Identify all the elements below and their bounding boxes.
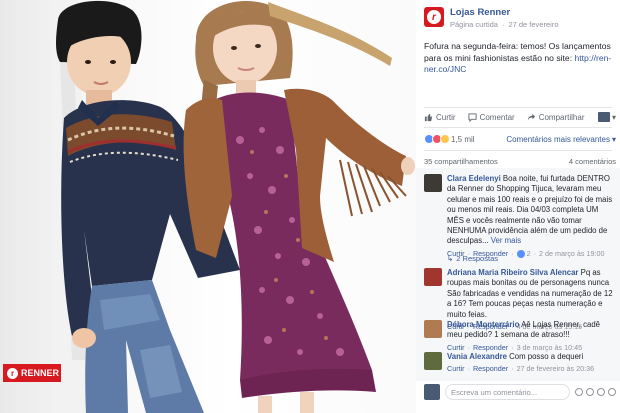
comment-count[interactable]: 4 comentários: [569, 157, 616, 166]
share-button[interactable]: Compartilhar: [527, 112, 585, 122]
renner-logo-icon: r: [427, 10, 441, 24]
page-name-link[interactable]: Lojas Renner: [450, 7, 559, 18]
reaction-count[interactable]: 1,5 mil: [451, 135, 475, 144]
comment-sort-label: Comentários mais relevantes: [506, 134, 610, 144]
page-liked-status: Página curtida: [450, 20, 498, 29]
share-arrow-icon: [527, 113, 535, 120]
commenter-avatar[interactable]: [424, 320, 442, 338]
comment-icon: [468, 112, 477, 122]
comment-sort-dropdown[interactable]: Comentários mais relevantes ▾: [506, 135, 616, 144]
comment-input-placeholder: Escreva um comentário...: [451, 387, 538, 397]
haha-reaction-icon: [440, 134, 450, 144]
comment-input[interactable]: Escreva um comentário...: [445, 384, 570, 400]
comment-reaction-count: 2: [526, 248, 531, 258]
comment-label: Comentar: [479, 112, 515, 122]
camera-icon[interactable]: [586, 388, 594, 396]
comment-reply-link[interactable]: Responder: [473, 364, 508, 374]
share-as-selector[interactable]: ▾: [597, 112, 616, 122]
commenter-avatar[interactable]: [424, 174, 442, 192]
comment-author[interactable]: Clara Edelenyi: [447, 174, 501, 183]
comment-item: Débora Monterrário Aê Lojas Renner, cadê…: [424, 320, 616, 353]
comments-section: Clara Edelenyi Boa noite, fui furtada DE…: [416, 168, 620, 381]
divider: [424, 127, 612, 128]
page-avatar[interactable]: r: [424, 7, 444, 27]
view-replies-link[interactable]: ↳ 2 Respostas: [447, 254, 498, 263]
commenter-avatar[interactable]: [424, 268, 442, 286]
post-actions: Curtir Comentar Compartilhar ▾: [424, 112, 616, 122]
chevron-down-icon: ▾: [611, 134, 616, 144]
replies-count: 2 Respostas: [456, 254, 498, 263]
comment-reactions[interactable]: 2: [516, 248, 531, 259]
chevron-down-icon: ▾: [611, 112, 616, 122]
share-label: Compartilhar: [538, 112, 585, 122]
gif-icon[interactable]: [597, 388, 605, 396]
post-date[interactable]: 27 de fevereiro: [508, 20, 558, 29]
counts-row: 35 compartilhamentos 4 comentários: [424, 157, 616, 166]
comment-time[interactable]: 27 de fevereiro às 20:36: [517, 364, 595, 374]
renner-logo-icon: r: [7, 367, 18, 379]
comment-meta: Curtir · Responder · 27 de fevereiro às 20…: [447, 364, 595, 374]
share-count[interactable]: 35 compartilhamentos: [424, 157, 498, 166]
reaction-icons[interactable]: [424, 134, 450, 144]
commenter-avatar[interactable]: [424, 352, 442, 370]
like-reaction-icon: [516, 250, 525, 259]
comment-item: Vania Alexandre Com posso a dequeri Curt…: [424, 352, 616, 375]
user-avatar: [424, 384, 440, 400]
comment-composer: Escreva um comentário...: [424, 384, 616, 400]
reactions-row: 1,5 mil Comentários mais relevantes ▾: [424, 134, 616, 144]
emoji-icon[interactable]: [575, 388, 583, 396]
sticker-icon[interactable]: [608, 388, 616, 396]
comment-author[interactable]: Vania Alexandre: [447, 352, 507, 361]
user-avatar: [597, 112, 610, 122]
comment-like-link[interactable]: Curtir: [447, 364, 465, 374]
photo-illustration: [52, 0, 415, 413]
comment-author[interactable]: Débora Monterrário: [447, 320, 519, 329]
comment-button[interactable]: Comentar: [468, 113, 515, 122]
thumbs-up-icon: [424, 113, 433, 121]
post-header: r Lojas Renner Página curtida · 27 de fe…: [424, 7, 559, 29]
post-side-panel: r Lojas Renner Página curtida · 27 de fe…: [416, 0, 620, 413]
like-label: Curtir: [436, 112, 456, 122]
see-more-link[interactable]: Ver mais: [491, 236, 521, 245]
comment-author[interactable]: Adriana Maria Ribeiro Silva Alencar: [447, 268, 578, 277]
renner-brand-tag: r RENNER: [3, 364, 61, 382]
like-button[interactable]: Curtir: [424, 113, 456, 122]
post-photo[interactable]: r RENNER: [0, 0, 416, 413]
post-body: Fofura na segunda-feira: temos! Os lança…: [424, 41, 616, 76]
comment-text: Com posso a dequeri: [509, 352, 584, 361]
meta-separator: ·: [501, 20, 505, 29]
divider: [424, 107, 612, 108]
comment-text: Boa noite, fui furtada DENTRO da Renner …: [447, 174, 613, 246]
divider: [424, 150, 612, 151]
brand-tag-label: RENNER: [21, 368, 60, 378]
comment-item: Clara Edelenyi Boa noite, fui furtada DE…: [424, 174, 616, 259]
reply-arrow-icon: ↳: [447, 254, 454, 263]
comment-time[interactable]: 2 de março às 19:00: [539, 249, 605, 259]
composer-tools: [575, 388, 616, 396]
